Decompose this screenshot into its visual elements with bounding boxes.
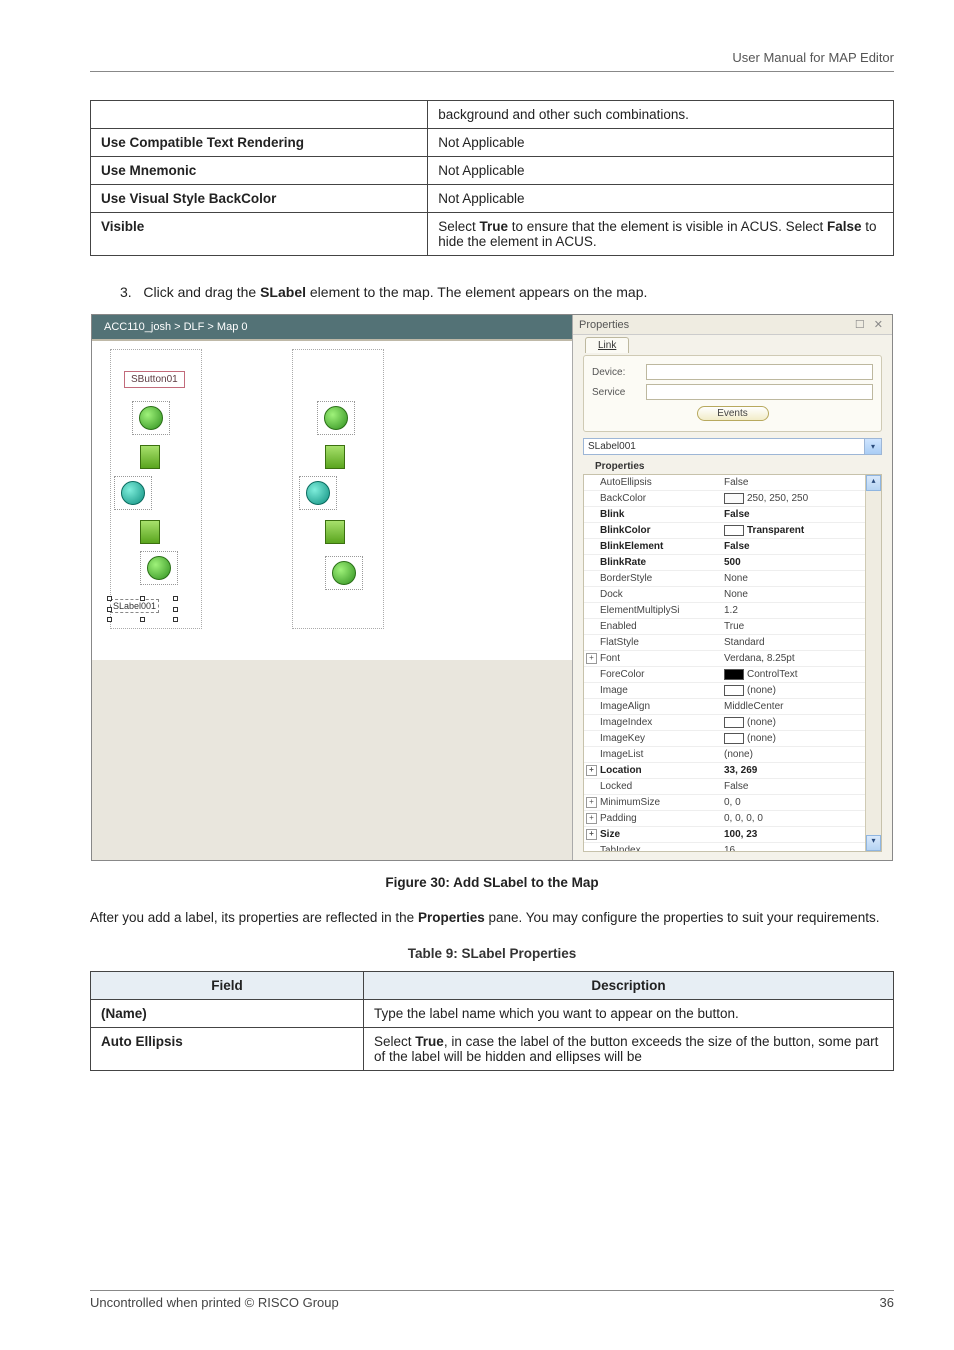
close-icon[interactable]: ✕: [874, 319, 886, 331]
expand-icon[interactable]: +: [586, 813, 597, 824]
expand-icon[interactable]: +: [586, 653, 597, 664]
canvas-icon[interactable]: [132, 401, 170, 435]
canvas-icon[interactable]: [317, 401, 355, 435]
property-row[interactable]: ImageKey(none): [584, 731, 866, 747]
property-row[interactable]: ForeColorControlText: [584, 667, 866, 683]
chevron-down-icon[interactable]: ▾: [865, 438, 882, 455]
device-label: Device:: [592, 367, 640, 378]
property-row[interactable]: AutoEllipsisFalse: [584, 475, 866, 491]
t1r3-field: Use Visual Style BackColor: [91, 185, 428, 213]
canvas-icon[interactable]: [140, 551, 178, 585]
property-row[interactable]: Image(none): [584, 683, 866, 699]
service-field[interactable]: [646, 384, 873, 400]
footer-left: Uncontrolled when printed © RISCO Group: [90, 1295, 339, 1310]
page-footer: Uncontrolled when printed © RISCO Group …: [90, 1290, 894, 1310]
footer-page: 36: [880, 1295, 894, 1310]
t1r1-desc: Not Applicable: [428, 129, 894, 157]
events-button[interactable]: Events: [697, 406, 769, 421]
after-figure-text: After you add a label, its properties ar…: [90, 908, 894, 928]
t9r1-field: Auto Ellipsis: [91, 1027, 364, 1070]
table9-caption: Table 9: SLabel Properties: [90, 946, 894, 961]
figure-30: ACC110_josh > DLF > Map 0 SButton01: [91, 314, 893, 861]
scroll-down-icon[interactable]: ▾: [866, 835, 881, 851]
map-tab[interactable]: ACC110_josh > DLF > Map 0: [92, 315, 572, 339]
t1r4-field: Visible: [91, 213, 428, 256]
step-3: 3. Click and drag the SLabel element to …: [120, 284, 894, 300]
canvas-icon[interactable]: [317, 516, 353, 548]
t9r1-desc: Select True, in case the label of the bu…: [364, 1027, 894, 1070]
property-row[interactable]: +Size100, 23: [584, 827, 866, 843]
property-grid[interactable]: AutoEllipsisFalseBackColor250, 250, 250B…: [583, 474, 882, 852]
property-row[interactable]: +MinimumSize0, 0: [584, 795, 866, 811]
property-row[interactable]: BlinkRate500: [584, 555, 866, 571]
canvas-icon[interactable]: [317, 441, 353, 473]
color-swatch: [724, 525, 744, 536]
color-swatch: [724, 669, 744, 680]
property-row[interactable]: FlatStyleStandard: [584, 635, 866, 651]
property-row[interactable]: ImageList(none): [584, 747, 866, 763]
canvas-icon[interactable]: [132, 516, 168, 548]
property-row[interactable]: BlinkFalse: [584, 507, 866, 523]
property-row[interactable]: +FontVerdana, 8.25pt: [584, 651, 866, 667]
expand-icon[interactable]: +: [586, 765, 597, 776]
property-row[interactable]: EnabledTrue: [584, 619, 866, 635]
property-row[interactable]: BorderStyleNone: [584, 571, 866, 587]
table9-head-desc: Description: [364, 971, 894, 999]
scroll-up-icon[interactable]: ▴: [866, 475, 881, 491]
property-row[interactable]: ElementMultiplySi1.2: [584, 603, 866, 619]
table-continued: background and other such combinations. …: [90, 100, 894, 256]
link-box: Device: Service Events: [583, 355, 882, 432]
properties-panel-title: Properties ☐ ✕: [573, 315, 892, 335]
properties-subheader: Properties: [595, 461, 882, 472]
t1r2-desc: Not Applicable: [428, 157, 894, 185]
color-swatch: [724, 717, 744, 728]
property-row[interactable]: BlinkElementFalse: [584, 539, 866, 555]
object-selector[interactable]: SLabel001: [583, 438, 865, 455]
table9: Field Description (Name) Type the label …: [90, 971, 894, 1071]
t1r0-desc: background and other such combinations.: [428, 101, 894, 129]
canvas-icon[interactable]: [299, 476, 337, 510]
canvas-icon[interactable]: [325, 556, 363, 590]
canvas-icon[interactable]: [114, 476, 152, 510]
property-row[interactable]: BackColor250, 250, 250: [584, 491, 866, 507]
figure-caption: Figure 30: Add SLabel to the Map: [90, 875, 894, 890]
table9-head-field: Field: [91, 971, 364, 999]
property-row[interactable]: +Padding0, 0, 0, 0: [584, 811, 866, 827]
map-canvas[interactable]: SButton01 SLabel001: [92, 339, 572, 660]
canvas-icon[interactable]: [132, 441, 168, 473]
slabel001-element[interactable]: SLabel001: [110, 599, 159, 613]
color-swatch: [724, 493, 744, 504]
property-row[interactable]: TabIndex16: [584, 843, 866, 852]
expand-icon[interactable]: +: [586, 829, 597, 840]
t9r0-desc: Type the label name which you want to ap…: [364, 999, 894, 1027]
service-label: Service: [592, 387, 640, 398]
scrollbar[interactable]: ▴ ▾: [865, 475, 881, 851]
page-header: User Manual for MAP Editor: [90, 50, 894, 72]
property-row[interactable]: ImageAlignMiddleCenter: [584, 699, 866, 715]
property-row[interactable]: LockedFalse: [584, 779, 866, 795]
device-field[interactable]: [646, 364, 873, 380]
property-row[interactable]: +Location33, 269: [584, 763, 866, 779]
t1r1-field: Use Compatible Text Rendering: [91, 129, 428, 157]
sbutton01[interactable]: SButton01: [124, 371, 185, 388]
expand-icon[interactable]: +: [586, 797, 597, 808]
t9r0-field: (Name): [91, 999, 364, 1027]
property-row[interactable]: BlinkColorTransparent: [584, 523, 866, 539]
color-swatch: [724, 733, 744, 744]
color-swatch: [724, 685, 744, 696]
t1r3-desc: Not Applicable: [428, 185, 894, 213]
property-row[interactable]: DockNone: [584, 587, 866, 603]
link-tab[interactable]: Link: [585, 337, 629, 353]
property-row[interactable]: ImageIndex(none): [584, 715, 866, 731]
t1r4-desc: Select True to ensure that the element i…: [428, 213, 894, 256]
t1r2-field: Use Mnemonic: [91, 157, 428, 185]
pin-icon[interactable]: ☐: [855, 319, 868, 331]
